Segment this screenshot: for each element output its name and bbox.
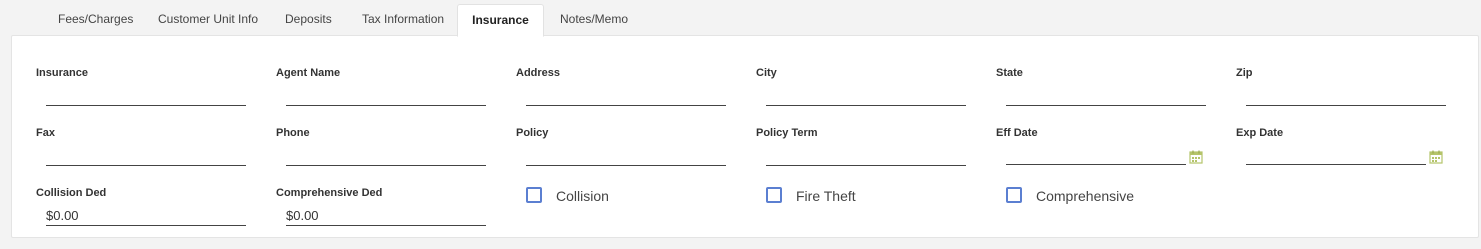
- collision-checkbox-label[interactable]: Collision: [556, 188, 609, 204]
- policy-term-label: Policy Term: [756, 127, 818, 139]
- state-label: State: [996, 67, 1023, 79]
- fire-theft-checkbox[interactable]: [766, 187, 782, 203]
- agent-name-label: Agent Name: [276, 67, 341, 79]
- eff-date-label: Eff Date: [996, 127, 1038, 139]
- comprehensive-ded-field[interactable]: [286, 206, 486, 226]
- phone-field[interactable]: [286, 146, 486, 166]
- exp-date-label: Exp Date: [1236, 127, 1284, 139]
- comprehensive-ded-label: Comprehensive Ded: [276, 187, 383, 199]
- tab-fees-charges[interactable]: Fees/Charges: [58, 4, 133, 35]
- fire-theft-checkbox-label[interactable]: Fire Theft: [796, 188, 856, 204]
- collision-ded-field[interactable]: [46, 206, 246, 226]
- policy-term-field[interactable]: [766, 146, 966, 166]
- fax-field[interactable]: [46, 146, 246, 166]
- zip-label: Zip: [1236, 67, 1253, 79]
- insurance-field[interactable]: [46, 86, 246, 106]
- calendar-icon[interactable]: [1189, 150, 1203, 164]
- city-label: City: [756, 67, 777, 79]
- phone-label: Phone: [276, 127, 310, 139]
- calendar-icon[interactable]: [1429, 150, 1443, 164]
- comprehensive-checkbox-label[interactable]: Comprehensive: [1036, 188, 1134, 204]
- zip-field[interactable]: [1246, 86, 1446, 106]
- insurance-label: Insurance: [36, 67, 88, 79]
- collision-ded-label: Collision Ded: [36, 187, 107, 199]
- comprehensive-checkbox[interactable]: [1006, 187, 1022, 203]
- fax-label: Fax: [36, 127, 55, 139]
- address-label: Address: [516, 67, 561, 79]
- policy-field[interactable]: [526, 146, 726, 166]
- tab-tax-information[interactable]: Tax Information: [362, 4, 444, 35]
- eff-date-field[interactable]: [1006, 145, 1186, 165]
- tab-customer-unit-info[interactable]: Customer Unit Info: [158, 4, 258, 35]
- state-field[interactable]: [1006, 86, 1206, 106]
- tab-deposits[interactable]: Deposits: [285, 4, 332, 35]
- policy-label: Policy: [516, 127, 549, 139]
- agent-name-field[interactable]: [286, 86, 486, 106]
- city-field[interactable]: [766, 86, 966, 106]
- tab-notes-memo[interactable]: Notes/Memo: [560, 4, 628, 35]
- collision-checkbox[interactable]: [526, 187, 542, 203]
- address-field[interactable]: [526, 86, 726, 106]
- tab-insurance[interactable]: Insurance: [457, 4, 544, 37]
- exp-date-field[interactable]: [1246, 145, 1426, 165]
